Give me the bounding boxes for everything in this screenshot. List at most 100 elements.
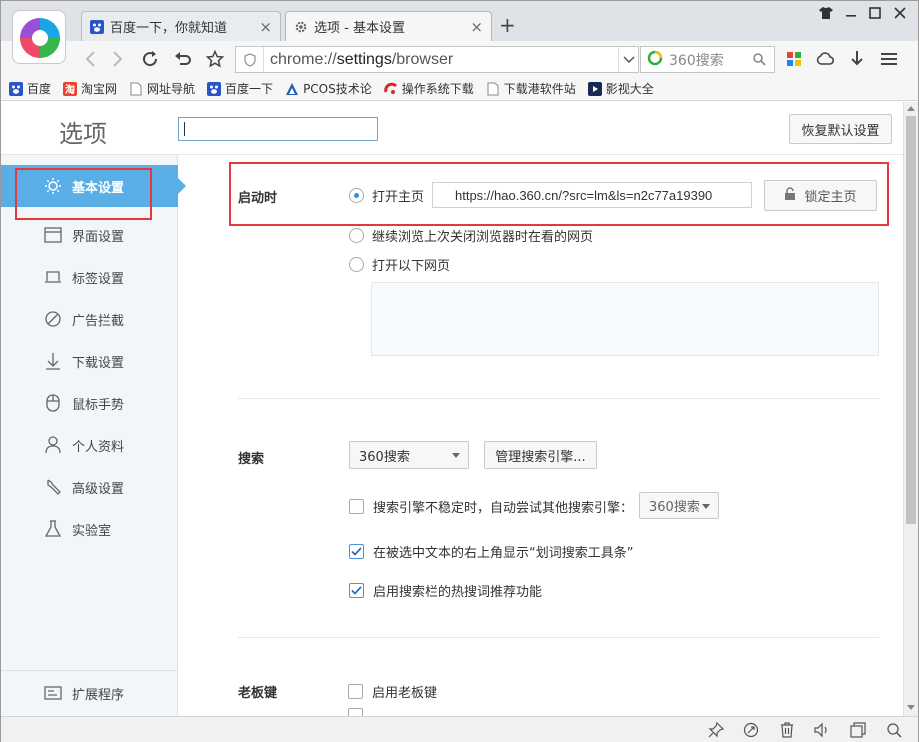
chevron-down-icon[interactable] bbox=[618, 47, 638, 72]
bookmark-xiazaigang[interactable]: 下载港软件站 bbox=[486, 80, 576, 97]
section-divider bbox=[238, 398, 879, 399]
radio-button[interactable] bbox=[349, 188, 364, 203]
close-window-icon[interactable] bbox=[894, 7, 906, 23]
browser-window: 百度一下，你就知道 × 选项 - 基本设置 × + chrome://setti… bbox=[0, 0, 919, 742]
scroll-thumb[interactable] bbox=[906, 116, 916, 524]
accelerator-icon[interactable] bbox=[742, 721, 760, 739]
checkbox-next-item[interactable] bbox=[348, 708, 372, 716]
tab-label: 选项 - 基本设置 bbox=[314, 21, 405, 36]
startup-pages-list[interactable] bbox=[371, 282, 879, 356]
window-icon bbox=[44, 226, 62, 244]
bookmark-os-download[interactable]: 操作系统下载 bbox=[383, 80, 474, 97]
back-icon[interactable] bbox=[79, 48, 101, 70]
taobao-icon: 淘 bbox=[63, 81, 78, 96]
browser-logo[interactable] bbox=[12, 10, 66, 64]
bookmark-nav[interactable]: 网址导航 bbox=[129, 80, 195, 97]
pin-icon[interactable] bbox=[707, 721, 725, 739]
volume-icon[interactable] bbox=[813, 721, 831, 739]
vertical-scrollbar[interactable] bbox=[903, 102, 918, 716]
apps-icon[interactable] bbox=[783, 48, 805, 70]
fallback-engine-select[interactable]: 360搜索 bbox=[639, 492, 719, 519]
scroll-up-arrow-icon[interactable] bbox=[907, 106, 915, 111]
360-search-icon bbox=[647, 50, 663, 70]
bookmark-taobao[interactable]: 淘 淘宝网 bbox=[63, 80, 117, 97]
page-icon bbox=[486, 82, 500, 96]
sidebar-item-advanced[interactable]: 高级设置 bbox=[1, 466, 178, 508]
radio-open-homepage[interactable]: 打开主页 bbox=[349, 186, 424, 205]
checkbox-selection-toolbar[interactable]: 在被选中文本的右上角显示“划词搜索工具条” bbox=[349, 542, 633, 561]
radio-button[interactable] bbox=[349, 228, 364, 243]
bookmark-baidu-search[interactable]: 百度一下 bbox=[207, 80, 273, 97]
lock-homepage-button[interactable]: 锁定主页 bbox=[764, 180, 877, 211]
sun-gear-icon bbox=[44, 177, 62, 195]
search-engine-select[interactable]: 360搜索 bbox=[349, 441, 469, 469]
baidu-paw-icon bbox=[9, 81, 23, 96]
sidebar-item-tabs[interactable]: 标签设置 bbox=[1, 256, 178, 298]
sidebar-item-profile[interactable]: 个人资料 bbox=[1, 424, 178, 466]
menu-icon[interactable] bbox=[878, 48, 900, 70]
tab-settings[interactable]: 选项 - 基本设置 × bbox=[285, 11, 492, 41]
close-icon[interactable]: × bbox=[259, 18, 272, 36]
settings-sidebar: 基本设置 界面设置 标签设置 广告拦截 下载设置 鼠标手势 个人资料 高级设置 … bbox=[1, 155, 186, 716]
minimize-icon[interactable] bbox=[845, 5, 857, 23]
forward-icon[interactable] bbox=[107, 48, 129, 70]
checkbox-auto-fallback[interactable]: 搜索引擎不稳定时，自动尝试其他搜索引擎： bbox=[349, 497, 633, 516]
tab-icon bbox=[44, 268, 62, 286]
user-icon bbox=[44, 436, 62, 454]
search-engine-box[interactable]: 360搜索 bbox=[640, 46, 775, 73]
sidebar-item-extensions[interactable]: 扩展程序 bbox=[1, 672, 178, 714]
restore-defaults-button[interactable]: 恢复默认设置 bbox=[789, 114, 892, 144]
sidebar-item-interface[interactable]: 界面设置 bbox=[1, 214, 178, 256]
checkbox[interactable] bbox=[348, 684, 363, 699]
security-shield-icon[interactable] bbox=[236, 47, 264, 72]
download-icon[interactable] bbox=[846, 48, 868, 70]
skin-icon[interactable] bbox=[819, 7, 833, 23]
sidebar-item-download[interactable]: 下载设置 bbox=[1, 340, 178, 382]
sidebar-divider bbox=[1, 670, 178, 671]
sidebar-item-adblock[interactable]: 广告拦截 bbox=[1, 298, 178, 340]
download-icon bbox=[44, 352, 62, 370]
status-bar bbox=[1, 716, 918, 742]
trash-icon[interactable] bbox=[778, 721, 796, 739]
caret-down-icon bbox=[702, 504, 710, 509]
radio-button[interactable] bbox=[349, 257, 364, 272]
sidebar-item-mouse-gesture[interactable]: 鼠标手势 bbox=[1, 382, 178, 424]
startup-label: 启动时 bbox=[238, 191, 278, 206]
search-label: 搜索 bbox=[238, 452, 265, 467]
lock-icon bbox=[784, 186, 796, 205]
window-restore-icon[interactable] bbox=[849, 721, 867, 739]
settings-search-input[interactable] bbox=[178, 117, 378, 141]
cloud-icon[interactable] bbox=[814, 48, 836, 70]
zoom-icon[interactable] bbox=[885, 721, 903, 739]
bookmark-baidu[interactable]: 百度 bbox=[9, 80, 51, 97]
radio-continue-session[interactable]: 继续浏览上次关闭浏览器时在看的网页 bbox=[349, 226, 593, 245]
bookmarks-bar: 百度 淘 淘宝网 网址导航 百度一下 PCOS技术论 操作系统下载 下载港软件站… bbox=[1, 77, 918, 101]
checkbox-boss-key[interactable]: 启用老板键 bbox=[348, 682, 437, 701]
reload-icon[interactable] bbox=[139, 48, 161, 70]
new-tab-button[interactable]: + bbox=[499, 13, 516, 37]
address-text[interactable]: chrome://settings/browser bbox=[270, 51, 618, 69]
maximize-icon[interactable] bbox=[869, 7, 881, 23]
radio-open-pages[interactable]: 打开以下网页 bbox=[349, 255, 450, 274]
tab-label: 百度一下，你就知道 bbox=[110, 21, 228, 36]
undo-icon[interactable] bbox=[172, 48, 194, 70]
address-bar[interactable]: chrome://settings/browser bbox=[235, 46, 639, 73]
checkbox-checked[interactable] bbox=[349, 583, 364, 598]
tab-baidu[interactable]: 百度一下，你就知道 × bbox=[81, 11, 281, 41]
checkbox[interactable] bbox=[348, 708, 363, 716]
manage-search-engines-button[interactable]: 管理搜索引擎... bbox=[484, 441, 597, 469]
bookmark-pcos[interactable]: PCOS技术论 bbox=[285, 80, 372, 97]
boss-key-label: 老板键 bbox=[238, 686, 278, 701]
bookmark-film[interactable]: 影视大全 bbox=[587, 80, 654, 97]
close-icon[interactable]: × bbox=[470, 18, 483, 36]
checkbox-checked[interactable] bbox=[349, 544, 364, 559]
scroll-down-arrow-icon[interactable] bbox=[907, 705, 915, 710]
homepage-url-input[interactable]: https://hao.360.cn/?src=lm&ls=n2c77a1939… bbox=[432, 182, 752, 208]
search-icon[interactable] bbox=[752, 52, 766, 70]
baidu-paw-icon bbox=[90, 19, 104, 34]
checkbox[interactable] bbox=[349, 499, 364, 514]
sidebar-item-lab[interactable]: 实验室 bbox=[1, 508, 178, 550]
checkbox-hot-words[interactable]: 启用搜索栏的热搜词推荐功能 bbox=[349, 581, 542, 600]
sidebar-item-basic[interactable]: 基本设置 bbox=[1, 165, 186, 207]
star-icon[interactable] bbox=[204, 48, 226, 70]
